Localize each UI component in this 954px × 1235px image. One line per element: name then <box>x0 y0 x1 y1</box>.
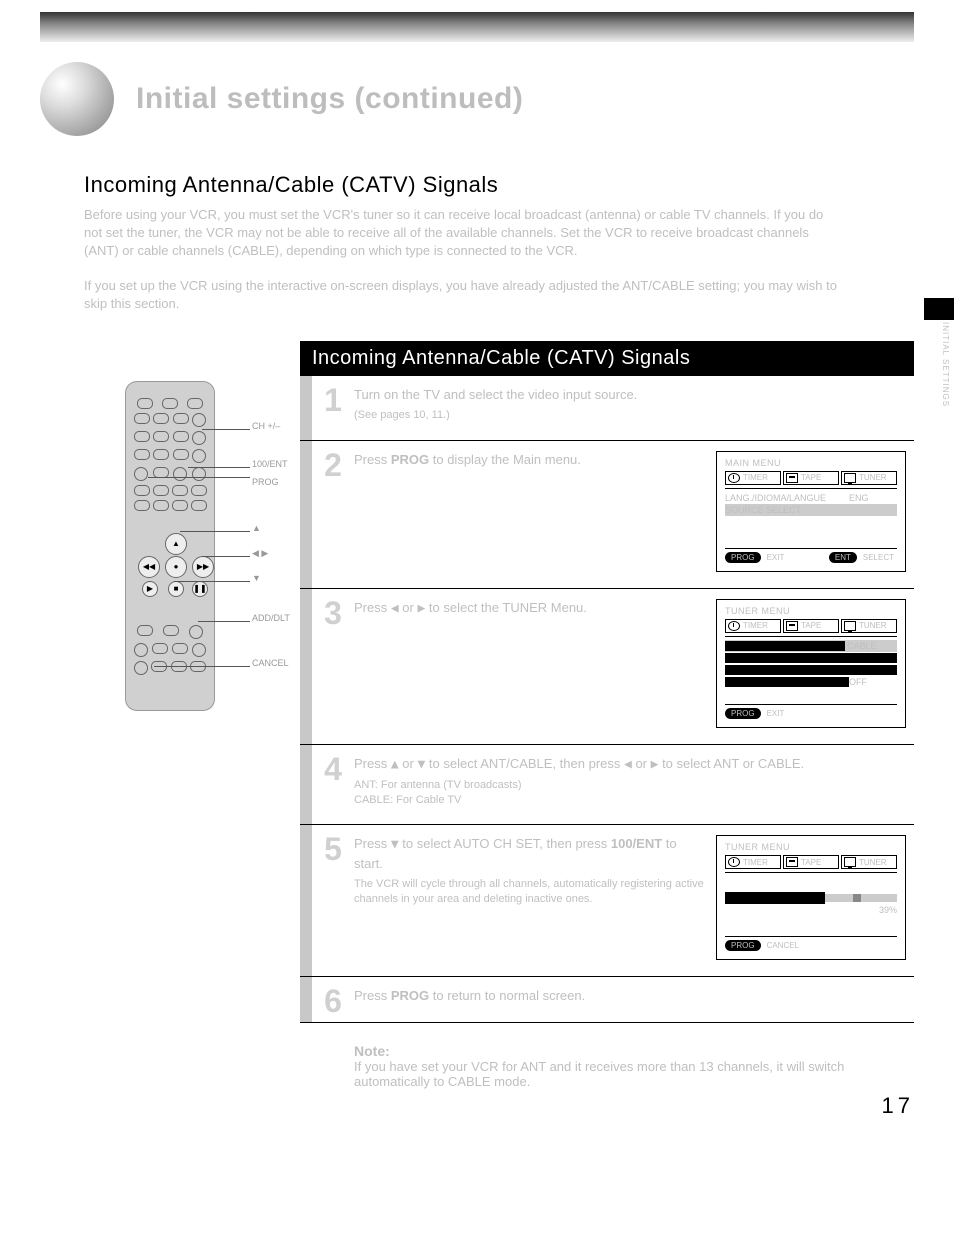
mm-row: SOURCE SELECT <box>725 505 897 515</box>
step-text-a: Press <box>354 988 391 1003</box>
step-text-b: or <box>399 600 418 615</box>
screen-main-menu: MAIN MENU TIMER TAPE TUNER LANG./IDIOMA/… <box>716 451 906 572</box>
step-row-1: 1 Turn on the TV and select the video in… <box>300 376 914 441</box>
cassette-icon <box>786 857 798 867</box>
remote-label-prog: PROG <box>252 477 279 487</box>
remote-label-up: ▲ <box>252 523 261 533</box>
mm-row-val: CABLE <box>845 641 897 651</box>
step-key: 100/ENT <box>611 836 662 851</box>
step-text-c: to select ANT/CABLE, then press <box>425 756 624 771</box>
intro-paragraph-2: If you set up the VCR using the interact… <box>84 277 844 313</box>
mm-pill: PROG <box>725 940 761 951</box>
steps-header: Incoming Antenna/Cable (CATV) Signals <box>300 341 914 376</box>
mm-row: ANT/CABLE <box>725 641 845 651</box>
mm-tab: TIMER <box>743 473 768 482</box>
mm-tab: TAPE <box>801 621 821 630</box>
mm-tab: TUNER <box>859 858 887 867</box>
step-row-2: 2 Press PROG to display the Main menu. M… <box>300 441 914 589</box>
mm-pill: ENT <box>829 552 857 563</box>
step-row-5: 5 Press ▼ to select AUTO CH SET, then pr… <box>300 825 914 977</box>
clock-icon <box>728 857 740 867</box>
remote-label-ent: 100/ENT <box>252 459 288 469</box>
step-text-d: or <box>632 756 651 771</box>
step-sub: The VCR will cycle through all channels,… <box>354 877 704 908</box>
intro-paragraph-1: Before using your VCR, you must set the … <box>84 206 844 261</box>
step-key: ◀ <box>624 757 632 772</box>
mm-row-val: ENG <box>849 493 897 503</box>
mm-tab: TAPE <box>801 858 821 867</box>
clock-icon <box>728 621 740 631</box>
side-tab-label: INITIAL SETTINGS <box>932 322 950 407</box>
mm-autoch-pct: 39% <box>879 905 897 915</box>
step-text-b: or <box>399 756 418 771</box>
remote-label-lr: ◀ ▶ <box>252 548 268 559</box>
mm-tab: TUNER <box>859 621 887 630</box>
mm-pill-label: SELECT <box>860 552 897 563</box>
step-text-b: to return to normal screen. <box>429 988 585 1003</box>
screen-autoch: TUNER MENU TIMER TAPE TUNER AUTO CH SET <box>716 835 906 960</box>
mm-row: AUTO CH SET <box>725 665 897 675</box>
mm-row: CH ADD/DLT <box>725 653 897 663</box>
tv-icon <box>844 473 856 483</box>
tv-icon <box>844 621 856 631</box>
step-sub: ANT: For antenna (TV broadcasts) CABLE: … <box>354 778 906 809</box>
clock-icon <box>728 473 740 483</box>
step-key: PROG <box>391 452 429 467</box>
step-key: ◀ <box>391 601 399 616</box>
step-text-c: to select the TUNER Menu. <box>425 600 587 615</box>
step-key: ▲ <box>391 757 399 772</box>
note-block: Note: If you have set your VCR for ANT a… <box>354 1043 914 1089</box>
page-number: 17 <box>882 1093 914 1119</box>
mm-pill: PROG <box>725 708 761 719</box>
screen-tuner-menu: TUNER MENU TIMER TAPE TUNER ANT/CABLECAB… <box>716 599 906 728</box>
step-row-6: 6 Press PROG to return to normal screen. <box>300 977 914 1022</box>
step-sub: (See pages 10, 11.) <box>354 408 906 423</box>
step-row-4: 4 Press ▲ or ▼ to select ANT/CABLE, then… <box>300 745 914 826</box>
mm-autoch-label: AUTO CH SET <box>725 892 825 904</box>
step-text: Turn on the TV and select the video inpu… <box>354 387 637 402</box>
mm-tab: TAPE <box>801 473 821 482</box>
remote-label-cancel: CANCEL <box>252 658 289 668</box>
remote-label-add: ADD/DLT <box>252 613 290 623</box>
step-text-b: to select AUTO CH SET, then press <box>399 836 611 851</box>
mm-tab: TIMER <box>743 621 768 630</box>
mm-title: TUNER MENU <box>725 606 897 616</box>
mm-pill: PROG <box>725 552 761 563</box>
tv-icon <box>844 857 856 867</box>
step-key: PROG <box>391 988 429 1003</box>
step-num: 4 <box>312 745 354 825</box>
mm-row-val: OFF <box>849 677 897 687</box>
mm-row: LANG./IDIOMA/LANGUE <box>725 493 849 503</box>
note-text: If you have set your VCR for ANT and it … <box>354 1059 914 1089</box>
section-heading: Incoming Antenna/Cable (CATV) Signals <box>84 172 914 198</box>
step-key: ▼ <box>391 837 399 852</box>
step-text-b: to display the Main menu. <box>429 452 581 467</box>
header-gradient <box>40 12 914 42</box>
step-num: 6 <box>312 977 354 1021</box>
remote-illustration: ▲ ◀◀ ● ▶▶ ▶ ■ ❚❚ CH +/– <box>110 381 230 711</box>
side-tab-marker <box>924 298 954 320</box>
remote-label-ch: CH +/– <box>252 421 280 431</box>
remote-label-down: ▼ <box>252 573 261 583</box>
note-title: Note: <box>354 1043 914 1059</box>
mm-tab: TIMER <box>743 858 768 867</box>
cassette-icon <box>786 473 798 483</box>
sphere-decor <box>40 62 114 136</box>
mm-title: MAIN MENU <box>725 458 897 468</box>
step-text-a: Press <box>354 452 391 467</box>
step-text-e: to select ANT or CABLE. <box>658 756 804 771</box>
step-text-a: Press <box>354 836 391 851</box>
step-row-3: 3 Press ◀ or ▶ to select the TUNER Menu.… <box>300 589 914 745</box>
cassette-icon <box>786 621 798 631</box>
mm-pill-label: EXIT <box>764 708 788 719</box>
mm-pill-label: EXIT <box>764 552 788 563</box>
step-text-a: Press <box>354 756 391 771</box>
mm-title: TUNER MENU <box>725 842 897 852</box>
page-title: Initial settings (continued) <box>136 82 523 116</box>
step-text-a: Press <box>354 600 391 615</box>
mm-pill-label: CANCEL <box>764 940 802 951</box>
step-num: 5 <box>312 825 354 976</box>
mm-row: AUTO REPEAT <box>725 677 849 687</box>
mm-tab: TUNER <box>859 473 887 482</box>
